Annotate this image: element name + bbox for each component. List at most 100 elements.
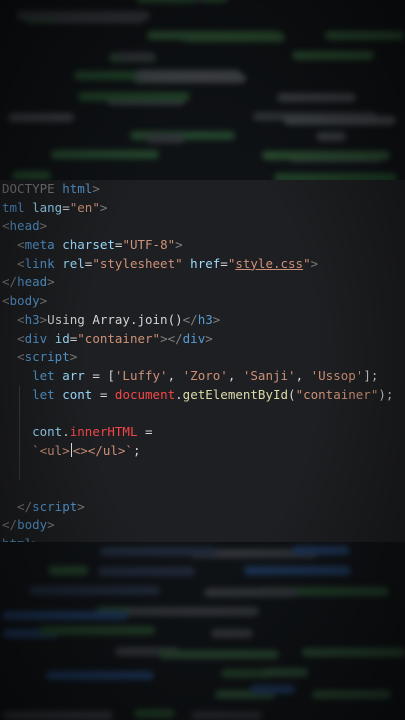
code-token: </: [2, 517, 18, 533]
code-token: ></: [160, 330, 183, 346]
code-line[interactable]: [0, 460, 393, 479]
code-token: head: [17, 274, 48, 290]
code-line[interactable]: </body>: [0, 516, 393, 535]
background-code-line: [312, 690, 391, 700]
background-code-line: [261, 150, 391, 160]
code-line[interactable]: html>: [0, 535, 393, 542]
code-token: </: [2, 498, 33, 514]
code-token: >: [39, 293, 48, 309]
code-token: "UTF-8": [122, 237, 176, 253]
background-code-line: [134, 708, 176, 718]
code-line[interactable]: `<ul> <></ul>`;: [0, 442, 393, 461]
background-code-line: [276, 92, 357, 102]
background-code-line: [325, 31, 405, 41]
code-line[interactable]: </script>: [0, 498, 393, 517]
code-token: head: [9, 218, 40, 234]
code-line[interactable]: let cont = document.getElementById("cont…: [0, 386, 393, 405]
code-token: ,: [227, 367, 243, 383]
background-code-line: [262, 667, 309, 677]
blurred-background-code-top: [0, 0, 405, 183]
background-code-line: [3, 710, 114, 720]
code-token: .: [175, 386, 183, 402]
background-code-line: [127, 607, 259, 616]
code-token: <: [2, 311, 25, 327]
code-token: h3: [197, 311, 213, 327]
code-token: >: [39, 218, 48, 234]
background-code-line: [115, 52, 155, 62]
code-token: body: [9, 293, 40, 309]
code-token: >: [77, 498, 85, 514]
code-line[interactable]: <link rel="stylesheet" href="style.css">: [0, 255, 393, 274]
code-editor-panel[interactable]: DOCTYPE html> tml lang="en"> <head> <meta …: [0, 180, 405, 542]
background-code-line: [315, 131, 347, 141]
code-token: >: [32, 536, 40, 542]
code-token: >: [99, 199, 108, 215]
code-token: >: [47, 517, 55, 533]
code-line[interactable]: <h3>Using Array.join()</h3>: [0, 311, 393, 330]
code-token: ,: [295, 367, 311, 383]
code-line[interactable]: <div id="container"></div>: [0, 330, 393, 349]
code-token: tml: [2, 199, 33, 215]
code-token: =: [145, 423, 153, 439]
background-code-line: [291, 51, 374, 61]
code-listing[interactable]: DOCTYPE html> tml lang="en"> <head> <meta …: [0, 180, 393, 542]
code-token: .: [62, 423, 70, 439]
code-token: <: [2, 218, 10, 234]
code-line[interactable]: <head>: [0, 217, 393, 236]
code-line[interactable]: <body>: [0, 292, 393, 311]
code-line[interactable]: tml lang="en">: [0, 199, 393, 218]
background-code-line: [283, 115, 397, 125]
code-token: >: [205, 330, 213, 346]
code-token: <: [2, 237, 25, 253]
code-line[interactable]: <script>: [0, 348, 393, 367]
code-token: div: [182, 330, 206, 346]
code-token: (: [288, 386, 296, 402]
code-token: 'Zoro': [182, 367, 228, 383]
code-line[interactable]: [0, 404, 393, 423]
code-token: >: [310, 255, 319, 271]
code-line[interactable]: [0, 479, 393, 498]
code-line[interactable]: </head>: [0, 273, 393, 292]
code-token: let: [32, 367, 63, 383]
background-code-line: [39, 626, 155, 636]
code-token: let: [32, 386, 63, 402]
code-token: 'Ussop': [310, 367, 364, 383]
code-token: `<ul>: [32, 442, 70, 458]
code-token: script: [24, 349, 70, 365]
code-token: "container": [77, 330, 161, 346]
background-code-line: [158, 650, 279, 660]
background-code-line: [292, 545, 351, 555]
code-token: <: [2, 330, 25, 346]
code-token: <: [2, 349, 25, 365]
code-token: 'Sanji': [242, 367, 296, 383]
code-token: charset: [62, 237, 115, 253]
code-token: cont: [62, 386, 100, 402]
code-token: href: [190, 255, 221, 271]
background-code-line: [50, 150, 159, 160]
code-token: 'Luffy': [114, 367, 168, 383]
code-token: cont: [32, 423, 63, 439]
background-code-line: [99, 547, 217, 557]
code-token: ];: [363, 367, 379, 383]
code-token: rel: [62, 255, 85, 271]
code-token: DOCTYPE: [2, 181, 63, 196]
code-token: id: [54, 330, 70, 346]
background-code-line: [301, 648, 405, 658]
code-token: h3: [24, 311, 40, 327]
code-token: Using Array.join(): [47, 311, 183, 327]
code-token: >: [212, 311, 221, 327]
code-line[interactable]: let arr = ['Luffy', 'Zoro', 'Sanji', 'Us…: [0, 367, 393, 386]
code-line[interactable]: <meta charset="UTF-8">: [0, 236, 393, 255]
code-token: arr: [62, 367, 93, 383]
code-token: >: [92, 181, 100, 196]
code-token: "stylesheet": [92, 255, 191, 271]
background-code-line: [7, 113, 74, 123]
code-token: lang: [32, 199, 63, 215]
code-line[interactable]: DOCTYPE html>: [0, 180, 393, 199]
code-token: <: [2, 255, 25, 271]
code-token: </: [182, 311, 198, 327]
code-line[interactable]: cont.innerHTML =: [0, 423, 393, 442]
code-token: =: [62, 199, 70, 215]
